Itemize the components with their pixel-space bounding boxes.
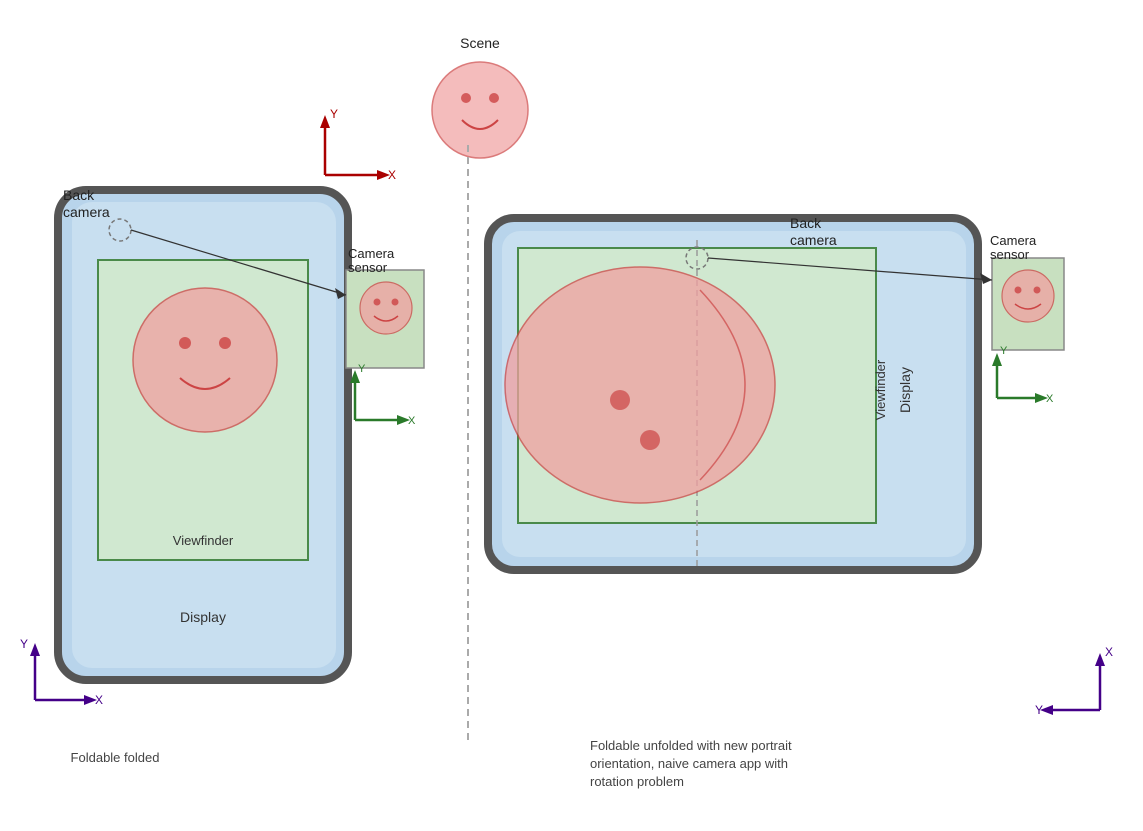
svg-text:X: X bbox=[1046, 393, 1054, 405]
svg-text:Y: Y bbox=[358, 363, 366, 375]
svg-text:Scene: Scene bbox=[460, 35, 500, 51]
diagram-svg: Scene Y X Viewfinder Display Back camera bbox=[0, 0, 1143, 831]
main-container: Scene Y X Viewfinder Display Back camera bbox=[0, 0, 1143, 831]
svg-text:sensor: sensor bbox=[348, 260, 388, 275]
svg-text:Display: Display bbox=[897, 367, 913, 413]
svg-text:Y: Y bbox=[330, 107, 338, 121]
svg-text:Camera: Camera bbox=[990, 233, 1037, 248]
svg-text:camera: camera bbox=[63, 204, 110, 220]
svg-text:Viewfinder: Viewfinder bbox=[873, 359, 888, 420]
svg-text:Back: Back bbox=[790, 215, 822, 231]
svg-text:camera: camera bbox=[790, 232, 837, 248]
svg-text:X: X bbox=[1105, 645, 1113, 659]
svg-text:sensor: sensor bbox=[990, 247, 1030, 262]
svg-text:orientation, naive camera app: orientation, naive camera app with bbox=[590, 756, 788, 771]
svg-text:Foldable unfolded with new por: Foldable unfolded with new portrait bbox=[590, 738, 792, 753]
svg-text:X: X bbox=[408, 415, 416, 427]
svg-text:Y: Y bbox=[20, 637, 28, 651]
svg-text:Y: Y bbox=[1035, 703, 1043, 717]
svg-text:X: X bbox=[95, 693, 103, 707]
svg-text:Viewfinder: Viewfinder bbox=[173, 533, 234, 548]
svg-text:Y: Y bbox=[1000, 345, 1008, 357]
svg-text:Back: Back bbox=[63, 187, 95, 203]
svg-text:Display: Display bbox=[180, 609, 226, 625]
svg-text:Camera: Camera bbox=[348, 246, 395, 261]
svg-text:rotation problem: rotation problem bbox=[590, 774, 684, 789]
svg-text:Foldable folded: Foldable folded bbox=[71, 750, 160, 765]
svg-text:X: X bbox=[388, 168, 396, 182]
